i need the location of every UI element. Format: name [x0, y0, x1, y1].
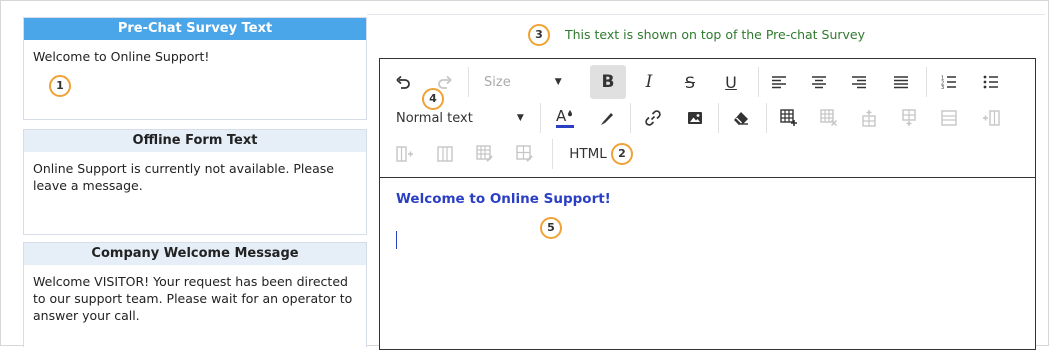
- offline-form-header: Offline Form Text: [24, 130, 366, 152]
- pre-chat-survey-header: Pre-Chat Survey Text: [24, 18, 366, 40]
- font-size-select[interactable]: Size ▼: [484, 65, 568, 99]
- toolbar-separator: [468, 67, 469, 97]
- block-format-select[interactable]: Normal text ▼: [396, 101, 524, 135]
- rich-text-editor[interactable]: Size ▼ B I S U 123 Normal text ▼ A HTML …: [379, 58, 1036, 350]
- company-welcome-panel[interactable]: Company Welcome Message Welcome VISITOR!…: [23, 242, 367, 347]
- text-cursor: [396, 231, 397, 249]
- font-size-label: Size: [484, 74, 511, 90]
- insert-row-above-icon[interactable]: [856, 101, 882, 135]
- strikethrough-button[interactable]: S: [677, 65, 703, 99]
- insert-column-after-icon[interactable]: [392, 137, 418, 171]
- underline-button[interactable]: U: [718, 65, 744, 99]
- insert-row-below-icon[interactable]: [896, 101, 922, 135]
- svg-text:A: A: [556, 107, 567, 125]
- delete-column-icon[interactable]: [432, 137, 458, 171]
- svg-text:3: 3: [941, 85, 944, 89]
- chevron-down-icon: ▼: [554, 77, 562, 87]
- cell-properties-icon[interactable]: [512, 137, 538, 171]
- offline-form-text[interactable]: Online Support is currently not availabl…: [24, 152, 366, 202]
- toolbar-separator: [552, 139, 553, 169]
- editor-toolbar: Size ▼ B I S U 123 Normal text ▼ A HTML: [380, 59, 1035, 178]
- highlight-icon[interactable]: [594, 101, 620, 135]
- text-color-icon[interactable]: A: [552, 101, 578, 135]
- editor-content-heading[interactable]: Welcome to Online Support!: [396, 191, 611, 207]
- insert-table-icon[interactable]: [776, 101, 802, 135]
- toolbar-separator: [540, 103, 541, 133]
- align-center-icon[interactable]: [806, 65, 832, 99]
- align-left-icon[interactable]: [766, 65, 792, 99]
- toolbar-separator: [630, 103, 631, 133]
- pre-chat-survey-panel[interactable]: Pre-Chat Survey Text Welcome to Online S…: [23, 17, 367, 120]
- callout-badge-3: 3: [528, 24, 550, 46]
- italic-button[interactable]: I: [636, 65, 662, 99]
- undo-icon[interactable]: [392, 65, 414, 99]
- align-justify-icon[interactable]: [888, 65, 914, 99]
- callout-badge-4: 4: [422, 88, 444, 110]
- image-icon[interactable]: [682, 101, 708, 135]
- delete-row-icon[interactable]: [936, 101, 962, 135]
- table-properties-icon[interactable]: [472, 137, 498, 171]
- toolbar-separator: [718, 103, 719, 133]
- toolbar-separator: [758, 67, 759, 97]
- html-source-button[interactable]: HTML: [564, 137, 612, 171]
- callout-badge-5: 5: [540, 217, 562, 239]
- block-format-label: Normal text: [396, 110, 473, 126]
- company-welcome-header: Company Welcome Message: [24, 243, 366, 265]
- pre-chat-hint-text: This text is shown on top of the Pre-cha…: [565, 27, 866, 42]
- toolbar-separator: [766, 103, 767, 133]
- offline-form-panel[interactable]: Offline Form Text Online Support is curr…: [23, 129, 367, 235]
- company-welcome-text[interactable]: Welcome VISITOR! Your request has been d…: [24, 265, 366, 332]
- toolbar-separator: [926, 67, 927, 97]
- delete-table-icon[interactable]: [816, 101, 842, 135]
- align-right-icon[interactable]: [846, 65, 872, 99]
- insert-column-before-icon[interactable]: [978, 101, 1004, 135]
- bold-button[interactable]: B: [590, 65, 626, 99]
- callout-badge-2: 2: [611, 143, 633, 165]
- link-icon[interactable]: [640, 101, 666, 135]
- pre-chat-survey-text[interactable]: Welcome to Online Support!: [24, 40, 366, 73]
- eraser-icon[interactable]: [728, 101, 754, 135]
- chevron-down-icon: ▼: [516, 113, 524, 123]
- ordered-list-icon[interactable]: 123: [936, 65, 962, 99]
- callout-badge-1: 1: [49, 75, 71, 97]
- bullet-list-icon[interactable]: [978, 65, 1004, 99]
